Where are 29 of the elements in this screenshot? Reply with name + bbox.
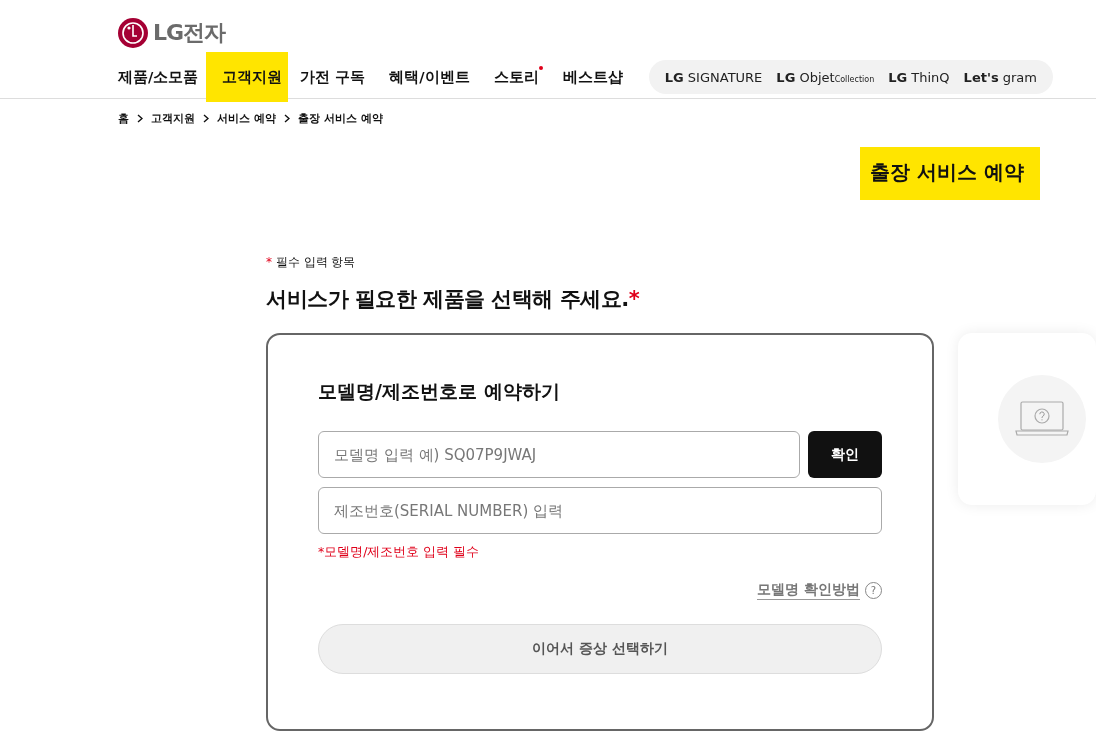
form-title: 모델명/제조번호로 예약하기 — [318, 379, 561, 404]
error-message: *모델명/제조번호 입력 필수 — [318, 544, 481, 561]
required-note: * 필수 입력 항목 — [266, 254, 357, 271]
nav-item[interactable]: 스토리 — [481, 52, 551, 102]
nav-item[interactable]: 혜택/이벤트 — [377, 52, 482, 102]
brand-link[interactable]: LG ObjetCollection — [776, 69, 875, 85]
serial-input[interactable]: 제조번호(SERIAL NUMBER) 입력 — [318, 487, 882, 534]
chevron-icon — [203, 113, 209, 123]
nav-item[interactable]: 고객지원 — [206, 52, 289, 102]
chevron-icon — [283, 113, 290, 123]
chevron-icon — [137, 113, 143, 123]
breadcrumb-link[interactable]: 홈 — [118, 110, 129, 126]
breadcrumb-link[interactable]: 출장 서비스 예약 — [297, 110, 383, 126]
nav-item[interactable]: 제품/소모품 — [118, 52, 207, 102]
logo-text[interactable]: LG전자 — [153, 17, 226, 48]
brand-link[interactable]: LG SIGNATURE — [664, 69, 763, 85]
brand-link[interactable]: Let's gram — [963, 69, 1037, 85]
laptop-question-icon — [1014, 401, 1069, 437]
confirm-button[interactable]: 확인 — [807, 431, 882, 478]
model-input[interactable]: 모델명 입력 예) SQ07P9JWAJ — [318, 431, 800, 478]
nav-item[interactable]: 가전 구독 — [288, 52, 378, 102]
brand-link[interactable]: LG ThinQ — [888, 69, 950, 85]
logo-icon — [118, 17, 148, 48]
breadcrumb-link[interactable]: 고객지원 — [151, 110, 195, 126]
page-title: 출장 서비스 예약 — [860, 147, 1040, 200]
section-heading: 서비스가 필요한 제품을 선택해 주세요.* — [266, 286, 641, 313]
help-link[interactable]: 모델명 확인방법 — [756, 581, 860, 600]
breadcrumb-link[interactable]: 서비스 예약 — [217, 110, 276, 126]
nav-item[interactable]: 베스트샵 — [550, 52, 635, 102]
